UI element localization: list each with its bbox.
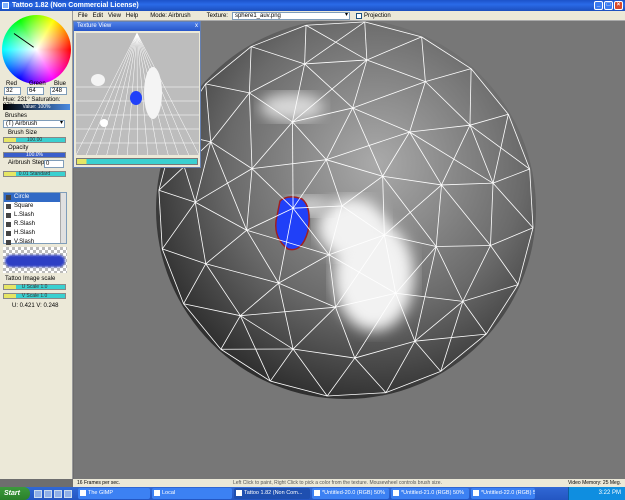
taskbar-button-untitled-20[interactable]: *Untitled-20.0 (RGB) 50% — [312, 488, 389, 499]
taskbar-button-gimp[interactable]: The GIMP — [78, 488, 150, 499]
window-titlebar[interactable]: Tattoo 1.82 (Non Commercial License) _ □… — [0, 0, 625, 11]
brush-shape-list: Circle Square L.Slash R.Slash H.Slash V.… — [3, 192, 67, 247]
app-launch-icon[interactable] — [64, 489, 72, 498]
system-tray-clock[interactable]: 3:22 PM — [567, 487, 625, 500]
maximize-button[interactable]: □ — [604, 1, 613, 10]
tool-panel: Red Green Blue 32 64 248 Hue: 231° Satur… — [0, 11, 73, 479]
menu-file[interactable]: File — [78, 13, 88, 19]
image-scale-label: Tattoo Image scale — [5, 276, 56, 282]
brush-size-label: Brush Size — [8, 130, 38, 136]
fps-readout: 16 Frames per sec. — [77, 480, 121, 486]
airbrush-step-slider[interactable]: 0.01 Standard — [3, 171, 66, 177]
close-button[interactable]: × — [614, 1, 623, 10]
brush-preview — [3, 247, 67, 273]
list-item[interactable]: H.Slash — [4, 229, 66, 238]
taskbar-button-tattoo[interactable]: Tattoo 1.82 (Non Com... — [234, 488, 310, 499]
hline-icon — [6, 231, 11, 236]
hint-text: Left Click to paint, Right Click to pick… — [233, 480, 442, 486]
list-item[interactable]: R.Slash — [4, 220, 66, 229]
taskbar-button-untitled-22[interactable]: *Untitled-22.0 (RGB) 50% — [471, 488, 535, 499]
blue-field[interactable]: 248 — [50, 87, 67, 95]
texture-label: Texture: — [206, 12, 228, 19]
mode-label: Mode: Airbrush — [150, 12, 191, 19]
browser-icon[interactable] — [34, 489, 42, 498]
uv-readout: U: 0.421 V: 0.248 — [12, 303, 59, 309]
u-scale-slider[interactable]: U Scale 1.0 — [3, 284, 66, 290]
list-item[interactable]: Square — [4, 202, 66, 211]
texture-white-spot — [100, 119, 108, 127]
texture-view-window[interactable]: Texture View x — [73, 21, 201, 168]
menu-view[interactable]: View — [108, 13, 121, 19]
square-icon — [6, 204, 11, 209]
menubar: File Edit View Help Mode: Airbrush Textu… — [73, 11, 625, 21]
texture-select[interactable]: sphere1_auv.png — [231, 11, 350, 20]
opacity-label: Opacity — [8, 145, 29, 151]
vline-icon — [6, 240, 11, 245]
value-slider[interactable]: Value: 100% — [3, 104, 70, 110]
app-icon — [2, 2, 9, 9]
brush-type-select[interactable]: (T) Airbrush — [3, 120, 65, 128]
texture-view-close-icon[interactable]: x — [195, 22, 198, 31]
texture-white-dot — [91, 74, 105, 86]
brush-list-scrollbar[interactable] — [60, 193, 66, 243]
projection-label: Projection — [363, 12, 391, 19]
green-field[interactable]: 64 — [27, 87, 44, 95]
window-title: Tattoo 1.82 (Non Commercial License) — [12, 2, 139, 9]
menu-help[interactable]: Help — [126, 13, 138, 19]
media-icon[interactable] — [54, 489, 62, 498]
video-memory-readout: Video Memory: 25 Meg. — [568, 480, 621, 486]
list-item[interactable]: V.Slash — [4, 238, 66, 247]
texture-view-titlebar[interactable]: Texture View x — [74, 22, 200, 31]
opacity-slider[interactable]: 100.0% — [3, 152, 66, 158]
slash-icon — [6, 222, 11, 227]
list-item[interactable]: Circle — [4, 193, 66, 202]
circle-icon — [6, 195, 11, 200]
menu-edit[interactable]: Edit — [93, 13, 103, 19]
quick-launch — [30, 487, 78, 500]
v-scale-slider[interactable]: V Scale 1.0 — [3, 293, 66, 299]
projection-checkbox[interactable] — [355, 12, 362, 19]
statusbar: 16 Frames per sec. Left Click to paint, … — [73, 479, 625, 487]
start-button[interactable]: Start — [0, 487, 30, 500]
blue-paint-blob — [275, 196, 310, 251]
airbrush-step-field[interactable]: 0 — [44, 160, 64, 168]
texture-canvas[interactable] — [76, 33, 199, 155]
texture-view-scrollbar[interactable] — [76, 158, 198, 165]
airbrush-step-label: Airbrush Step — [8, 160, 45, 166]
desktop-icon[interactable] — [44, 489, 52, 498]
slash-icon — [6, 213, 11, 218]
taskbar: Start The GIMP Local Tattoo 1.82 (Non Co… — [0, 487, 625, 500]
brushes-label: Brushes — [5, 113, 28, 119]
color-wheel[interactable] — [2, 15, 71, 84]
minimize-button[interactable]: _ — [594, 1, 603, 10]
taskbar-button-untitled-21[interactable]: *Untitled-21.0 (RGB) 50% — [391, 488, 469, 499]
red-field[interactable]: 32 — [4, 87, 21, 95]
list-item[interactable]: L.Slash — [4, 211, 66, 220]
texture-view-title: Texture View — [77, 23, 112, 29]
taskbar-button-local[interactable]: Local — [152, 488, 232, 499]
uv-map — [76, 33, 199, 155]
texture-blue-blob — [130, 91, 142, 105]
texture-white-stroke — [144, 67, 162, 119]
brush-size-slider[interactable]: 100.00 — [3, 137, 66, 143]
